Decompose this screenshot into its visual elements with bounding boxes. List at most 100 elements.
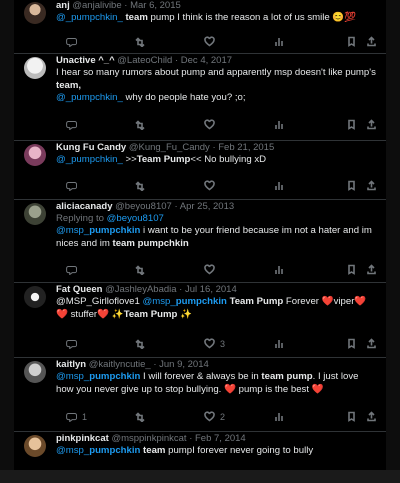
views-button[interactable] — [274, 119, 285, 130]
likes-count: 3 — [220, 338, 226, 349]
like-button[interactable]: 2 — [204, 411, 225, 422]
like-button[interactable] — [204, 119, 220, 130]
avatar[interactable] — [24, 144, 46, 166]
display-name[interactable]: pinkpinkcat — [56, 433, 109, 444]
avatar[interactable] — [24, 435, 46, 457]
share-icon — [367, 411, 376, 422]
bookmark-button[interactable] — [346, 180, 357, 191]
mention-link[interactable]: @msp_ — [56, 225, 89, 236]
reply-mention-link[interactable]: @beyou8107 — [107, 213, 164, 224]
views-button[interactable] — [274, 36, 285, 47]
views-button[interactable] — [274, 264, 285, 275]
tweet-1[interactable]: anj @anjalivibe · Mar 6, 2015 @_pumpchki… — [14, 0, 386, 54]
tweet-date[interactable]: · Feb 7, 2014 — [189, 433, 246, 444]
bookmark-icon — [348, 411, 355, 422]
display-name[interactable]: kaitlyn — [56, 359, 86, 370]
tweet-2[interactable]: Unactive ^_^ @LateoChild · Dec 4, 2017 I… — [14, 53, 386, 141]
mention-link[interactable]: pumpchkin — [89, 225, 140, 236]
like-button[interactable] — [204, 36, 220, 47]
user-handle[interactable]: @LateoChild — [117, 55, 172, 66]
tweet-text: @msp_pumpchkin team pumpI forever never … — [56, 445, 378, 458]
heart-icon — [204, 36, 215, 47]
retweet-button[interactable] — [134, 119, 150, 130]
bookmark-button[interactable] — [346, 264, 357, 275]
mention-link[interactable]: pumpchkin — [176, 296, 227, 307]
heart-icon — [204, 264, 215, 275]
tweet-feed: anj @anjalivibe · Mar 6, 2015 @_pumpchki… — [14, 0, 386, 470]
share-button[interactable] — [366, 36, 377, 47]
heart-emoji: ❤️ — [321, 296, 334, 307]
tweet-date[interactable]: · Jun 9, 2014 — [153, 359, 208, 370]
user-handle[interactable]: @Kung_Fu_Candy — [129, 142, 210, 153]
bookmark-button[interactable] — [346, 119, 357, 130]
retweet-button[interactable] — [134, 264, 150, 275]
share-button[interactable] — [366, 180, 377, 191]
reply-button[interactable] — [66, 338, 82, 349]
tweet-date[interactable]: · Dec 4, 2017 — [175, 55, 232, 66]
display-name[interactable]: Kung Fu Candy — [56, 142, 126, 153]
tweet-4[interactable]: aliciacanady @beyou8107 · Apr 25, 2013 R… — [14, 199, 386, 283]
tweet-5[interactable]: Fat Queen @JashleyAbadia · Jul 16, 2014 … — [14, 282, 386, 358]
tweet-text-segment: team, — [56, 79, 82, 91]
reply-button[interactable] — [66, 36, 82, 47]
mention-link[interactable]: @msp_ — [56, 371, 89, 382]
tweet-date[interactable]: · Apr 25, 2013 — [174, 201, 234, 212]
mention-link[interactable]: @_pumpchkin_ — [56, 12, 123, 23]
mention-link[interactable]: @msp_ — [143, 296, 176, 307]
reply-button[interactable] — [66, 264, 82, 275]
user-handle[interactable]: @kaitlyncutie_ — [89, 359, 151, 370]
tweet-3[interactable]: Kung Fu Candy @Kung_Fu_Candy · Feb 21, 2… — [14, 140, 386, 200]
bookmark-button[interactable] — [346, 36, 357, 47]
retweet-button[interactable] — [134, 338, 150, 349]
share-button[interactable] — [366, 411, 377, 422]
tweet-7[interactable]: pinkpinkcat @msppinkpinkcat · Feb 7, 201… — [14, 431, 386, 470]
share-button[interactable] — [366, 338, 377, 349]
reply-button[interactable] — [66, 119, 82, 130]
tweet-6[interactable]: kaitlyn @kaitlyncutie_ · Jun 9, 2014 @ms… — [14, 357, 386, 432]
tweet-text-segment: 😊💯 — [332, 12, 357, 23]
mention-link[interactable]: @_pumpchkin_ — [56, 92, 123, 103]
reply-button[interactable]: 1 — [66, 411, 87, 422]
display-name[interactable]: aliciacanady — [56, 201, 113, 212]
mention-link[interactable]: @msp_ — [56, 445, 89, 456]
tweet-date[interactable]: · Feb 21, 2015 — [212, 142, 274, 153]
display-name[interactable]: Fat Queen — [56, 284, 102, 295]
like-button[interactable]: 3 — [204, 338, 225, 349]
mention-link[interactable]: pumpchkin — [89, 371, 140, 382]
views-icon — [275, 266, 283, 274]
display-name[interactable]: anj — [56, 0, 70, 11]
reply-icon — [66, 339, 77, 349]
tweet-date[interactable]: · Mar 6, 2015 — [124, 0, 181, 11]
views-button[interactable] — [274, 338, 285, 349]
bookmark-button[interactable] — [346, 411, 357, 422]
tweet-text-segment: I hear so many rumors about pump and app… — [56, 67, 376, 78]
retweet-button[interactable] — [134, 36, 150, 47]
tweet-text-segment: Team Pump — [136, 154, 191, 165]
retweet-button[interactable] — [134, 411, 150, 422]
user-handle[interactable]: @beyou8107 — [115, 201, 172, 212]
user-handle[interactable]: @anjalivibe — [72, 0, 121, 11]
avatar[interactable] — [24, 286, 46, 308]
share-button[interactable] — [366, 119, 377, 130]
user-handle[interactable]: @JashleyAbadia — [105, 284, 176, 295]
avatar[interactable] — [24, 361, 46, 383]
like-button[interactable] — [204, 264, 220, 275]
mention-link[interactable]: pumpchkin — [89, 445, 140, 456]
reply-button[interactable] — [66, 180, 82, 191]
avatar[interactable] — [24, 57, 46, 79]
tweet-date[interactable]: · Jul 16, 2014 — [179, 284, 237, 295]
views-icon — [275, 413, 283, 421]
mention-link[interactable]: @_pumpchkin_ — [56, 154, 123, 165]
heart-icon — [204, 338, 215, 349]
share-button[interactable] — [366, 264, 377, 275]
avatar[interactable] — [24, 2, 46, 24]
avatar[interactable] — [24, 203, 46, 225]
views-button[interactable] — [274, 411, 285, 422]
user-handle[interactable]: @msppinkpinkcat — [111, 433, 186, 444]
display-name[interactable]: Unactive ^_^ — [56, 55, 115, 66]
retweet-button[interactable] — [134, 180, 150, 191]
reply-icon — [66, 120, 77, 130]
like-button[interactable] — [204, 180, 220, 191]
bookmark-button[interactable] — [346, 338, 357, 349]
views-button[interactable] — [274, 180, 285, 191]
